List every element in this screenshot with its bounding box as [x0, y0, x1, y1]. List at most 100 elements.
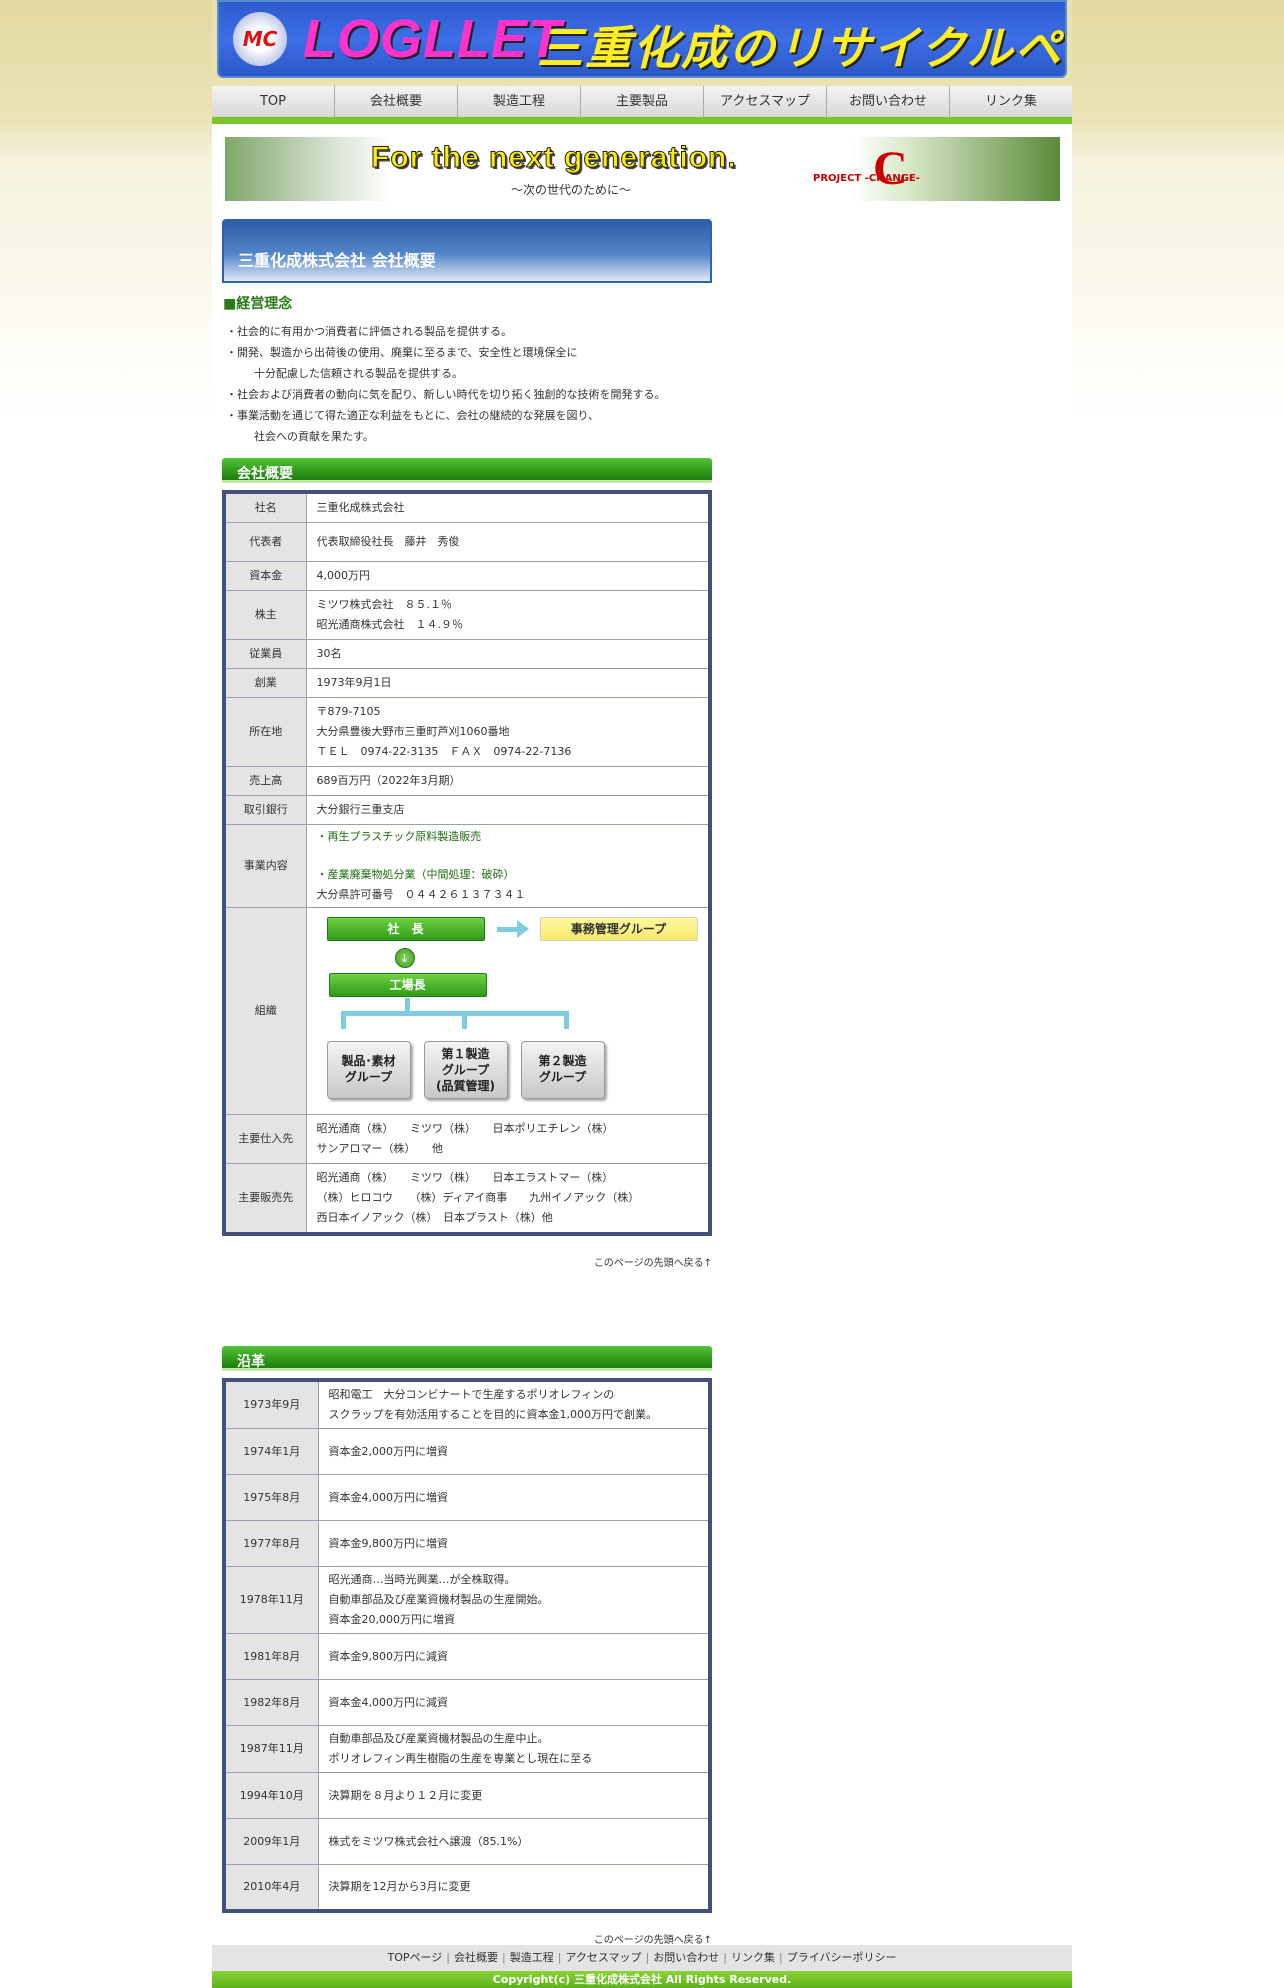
table-row: 2010年4月 決算期を12月から3月に変更 [223, 1864, 711, 1912]
overview-heading: 会社概要 [222, 458, 712, 483]
history-date: 1973年9月 [223, 1379, 319, 1429]
history-event: 決算期を８月より１２月に変更 [317, 1772, 711, 1819]
org-president: 社 長 [326, 917, 485, 941]
history-event: 資本金2,000万円に増資 [317, 1428, 711, 1475]
footer-link[interactable]: プライバシーポリシー [787, 1951, 897, 1964]
table-row: 事業内容 ・再生プラスチック原料製造販売 ・産業廃棄物処分業（中間処理：破砕） … [223, 824, 711, 908]
table-row: 株主 ミツワ株式会社 ８５.１％ 昭光通商株式会社 １４.９％ [223, 590, 711, 640]
project-change-logo-icon: C [873, 142, 908, 195]
row-value: 昭光通商（株） ミツワ（株） 日本エラストマー（株） （株）ヒロコウ （株）ディ… [305, 1163, 711, 1235]
overview-table: 社名 三重化成株式会社 代表者 代表取締役社長 藤井 秀俊 資本金 4,000万円 株主 ミツ… [222, 490, 712, 1236]
nav-access[interactable]: アクセスマップ [704, 86, 827, 117]
company-logo-icon: MC [233, 12, 287, 66]
org-office: 事務管理グループ [539, 917, 698, 941]
footer-separator: | [645, 1951, 650, 1964]
history-event: 自動車部品及び産業資機材製品の生産中止。 ポリオレフィン再生樹脂の生産を専業とし現… [317, 1725, 711, 1773]
list-item: ・社会および消費者の動向に気を配り、新しい時代を切り拓く独創的な技術を開発する。 [226, 388, 666, 401]
history-event: 決算期を12月から3月に変更 [317, 1864, 711, 1912]
history-date: 1994年10月 [223, 1772, 319, 1819]
footer-separator: | [502, 1951, 506, 1964]
table-row: 1982年8月 資本金4,000万円に減資 [223, 1679, 711, 1726]
site-banner[interactable]: MC LOGLLET 三重化成のリサイクルペレット [217, 0, 1067, 78]
row-value: 30名 [305, 639, 711, 669]
row-value: 三重化成株式会社 [305, 491, 711, 523]
history-date: 1974年1月 [223, 1428, 319, 1475]
history-event: 資本金9,800万円に減資 [317, 1633, 711, 1680]
row-value: 4,000万円 [305, 561, 711, 591]
history-date: 2009年1月 [223, 1818, 319, 1865]
nav-products[interactable]: 主要製品 [581, 86, 704, 117]
table-row: 1981年8月 資本金9,800万円に減資 [223, 1633, 711, 1680]
row-value: 昭光通商（株） ミツワ（株） 日本ポリエチレン（株） サンアロマー（株） 他 [305, 1114, 711, 1164]
nav-links[interactable]: リンク集 [950, 86, 1072, 117]
row-label: 代表者 [223, 522, 307, 562]
back-to-top-link-2[interactable]: このページの先頭へ戻る↑ [222, 1931, 712, 1946]
row-value: 1973年9月1日 [305, 668, 711, 698]
row-value: ミツワ株式会社 ８５.１％ 昭光通商株式会社 １４.９％ [305, 590, 711, 640]
row-value: ・再生プラスチック原料製造販売 ・産業廃棄物処分業（中間処理：破砕） 大分県許可… [305, 824, 711, 908]
table-row: 所在地 〒879-7105 大分県豊後大野市三重町芦刈1060番地 ＴＥＬ 0974-… [223, 697, 711, 767]
table-row: 主要仕入先 昭光通商（株） ミツワ（株） 日本ポリエチレン（株） サンアロマー（… [223, 1114, 711, 1164]
table-row: 主要販売先 昭光通商（株） ミツワ（株） 日本エラストマー（株） （株）ヒロコウ… [223, 1163, 711, 1235]
back-to-top-link[interactable]: このページの先頭へ戻る↑ [222, 1254, 712, 1269]
list-item: ・開発、製造から出荷後の使用、廃棄に至るまで、安全性と環境保全に 十分配慮した信頼… [226, 346, 578, 380]
history-heading: 沿革 [222, 1346, 712, 1371]
nav-contact[interactable]: お問い合わせ [827, 86, 950, 117]
philosophy-heading: ■経営理念 [223, 296, 293, 312]
history-event: 資本金4,000万円に増資 [317, 1474, 711, 1521]
table-row: 代表者 代表取締役社長 藤井 秀俊 [223, 522, 711, 562]
footer-link[interactable]: 製造工程 [510, 1951, 554, 1964]
history-event: 昭光通商…当時光興業…が全株取得。 自動車部品及び産業資機材製品の生産開始。 資本金… [317, 1566, 711, 1634]
row-label: 資本金 [223, 561, 307, 591]
row-label: 社名 [223, 491, 307, 523]
row-label: 取引銀行 [223, 795, 307, 825]
table-row: 1987年11月 自動車部品及び産業資機材製品の生産中止。 ポリオレフィン再生樹脂の… [223, 1725, 711, 1773]
row-label: 主要販売先 [223, 1163, 307, 1235]
hero-tagline-sub: 〜次の世代のために〜 [511, 183, 632, 197]
history-date: 1978年11月 [223, 1566, 319, 1634]
table-row: 資本金 4,000万円 [223, 561, 711, 591]
row-label: 所在地 [223, 697, 307, 767]
history-date: 2010年4月 [223, 1864, 319, 1912]
table-row: 1994年10月 決算期を８月より１２月に変更 [223, 1772, 711, 1819]
footer-link[interactable]: お問い合わせ [653, 1951, 719, 1964]
history-date: 1981年8月 [223, 1633, 319, 1680]
philosophy-list: ・社会的に有用かつ消費者に評価される製品を提供する。 ・開発、製造から出荷後の使… [226, 321, 712, 447]
row-label: 売上高 [223, 766, 307, 796]
logo-text: LOGLLET [303, 9, 562, 69]
footer-separator: | [446, 1951, 450, 1964]
row-value: 〒879-7105 大分県豊後大野市三重町芦刈1060番地 ＴＥＬ 0974-22-… [305, 697, 711, 767]
history-event: 株式をミツワ株式会社へ譲渡（85.1%） [317, 1818, 711, 1865]
page-title: 三重化成株式会社 会社概要 [222, 219, 712, 283]
history-date: 1982年8月 [223, 1679, 319, 1726]
nav-top[interactable]: TOP [212, 86, 335, 117]
table-row: 1977年8月 資本金9,800万円に増資 [223, 1520, 711, 1567]
footer-link[interactable]: 会社概要 [454, 1951, 498, 1964]
org-factory-head: 工場長 [328, 973, 487, 997]
row-label: 主要仕入先 [223, 1114, 307, 1164]
row-label: 組織 [223, 907, 307, 1115]
nav-company[interactable]: 会社概要 [335, 86, 458, 117]
table-row: 社名 三重化成株式会社 [223, 491, 711, 523]
main-nav: TOP 会社概要 製造工程 主要製品 アクセスマップ お問い合わせ リンク集 [212, 86, 1072, 124]
row-value: 大分銀行三重支店 [305, 795, 711, 825]
footer-separator: | [779, 1951, 783, 1964]
footer-link[interactable]: TOPページ [387, 1951, 442, 1964]
row-value: 689百万円（2022年3月期） [305, 766, 711, 796]
header: MC LOGLLET 三重化成のリサイクルペレット [212, 0, 1072, 86]
history-event: 昭和電工 大分コンビナートで生産するポリオレフィンの スクラップを有効活用すること… [317, 1379, 711, 1429]
footer-nav: TOPページ | 会社概要 | 製造工程 | アクセスマップ | お問い合わせ | リンク集 | プライ… [212, 1945, 1072, 1971]
history-date: 1987年11月 [223, 1725, 319, 1773]
footer-link[interactable]: アクセスマップ [565, 1951, 641, 1964]
page: MC LOGLLET 三重化成のリサイクルペレット TOP 会社概要 製造工程 … [212, 0, 1072, 1988]
hero-tagline: For the next generation. [371, 141, 737, 175]
org-chart: 社 長 事務管理グループ ↓ 工場長 製品･素材 グループ 第１製造 グループ … [305, 907, 711, 1115]
row-label: 創業 [223, 668, 307, 698]
table-row: 2009年1月 株式をミツワ株式会社へ譲渡（85.1%） [223, 1818, 711, 1865]
nav-process[interactable]: 製造工程 [458, 86, 581, 117]
project-change-label: PROJECT -CHANGE- [813, 173, 920, 184]
history-date: 1977年8月 [223, 1520, 319, 1567]
row-label: 事業内容 [223, 824, 307, 908]
footer-link[interactable]: リンク集 [731, 1951, 775, 1964]
table-row: 1978年11月 昭光通商…当時光興業…が全株取得。 自動車部品及び産業資機材製品の… [223, 1566, 711, 1634]
